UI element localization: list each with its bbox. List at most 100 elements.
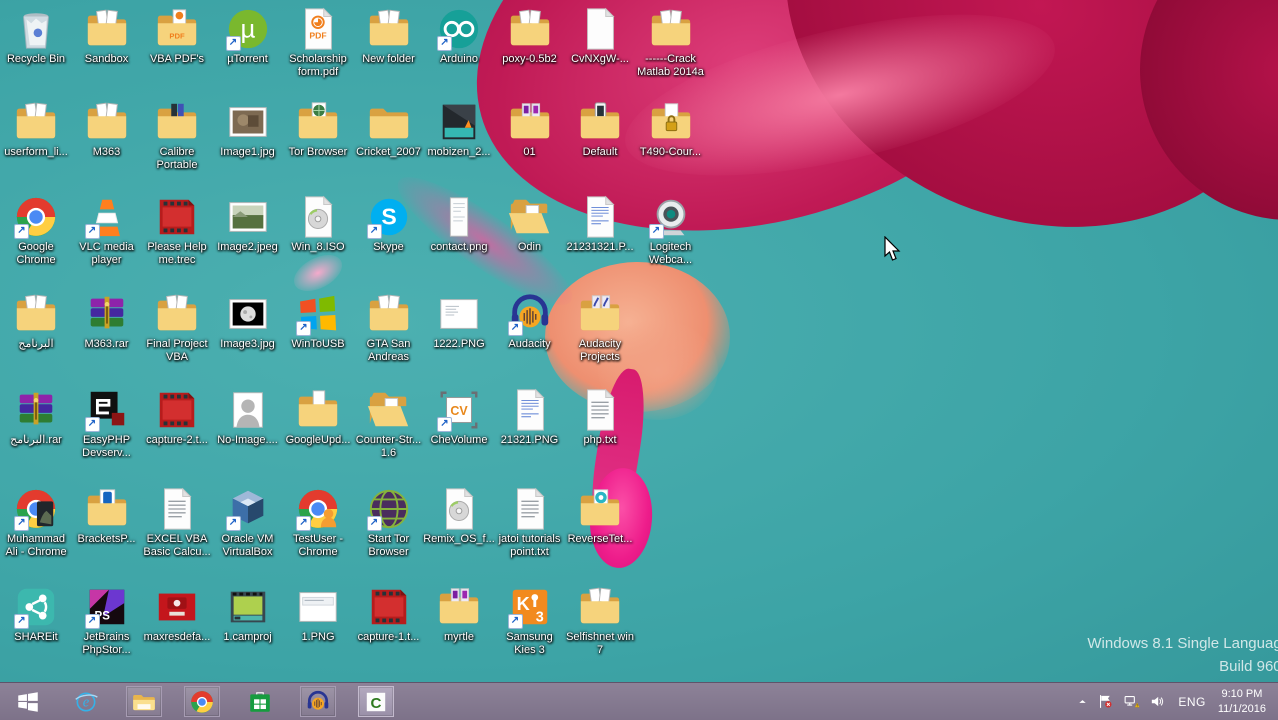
start-button[interactable] bbox=[10, 686, 46, 717]
desktop-icon-torrent[interactable]: µ↗µTorrent bbox=[213, 6, 283, 66]
volume-icon[interactable] bbox=[1149, 693, 1166, 710]
desktop-icon-gta-san-andreas[interactable]: GTA San Andreas bbox=[354, 291, 424, 364]
desktop-icon-final-project-vba[interactable]: Final Project VBA bbox=[142, 291, 212, 364]
shortcut-arrow-icon: ↗ bbox=[85, 417, 100, 432]
desktop-icon-chevolume[interactable]: CV↗CheVolume bbox=[424, 387, 494, 447]
webcam-icon: ↗ bbox=[648, 194, 694, 240]
image-landscape-icon bbox=[225, 194, 271, 240]
desktop-icon-muhammad-ali-chrome[interactable]: ↗Muhammad Ali - Chrome bbox=[1, 486, 71, 559]
desktop-icon-recycle-bin[interactable]: Recycle Bin bbox=[1, 6, 71, 66]
desktop-icon-1-png[interactable]: 1.PNG bbox=[283, 584, 353, 644]
desktop-icon-crack-matlab-2014a[interactable]: ------Crack Matlab 2014a bbox=[636, 6, 706, 79]
desktop-icon-oracle-vm-virtualbox[interactable]: ↗Oracle VM VirtualBox bbox=[213, 486, 283, 559]
desktop-icon-excel-vba-basic-calcu[interactable]: EXCEL VBA Basic Calcu... bbox=[142, 486, 212, 559]
desktop-icon-contact-png[interactable]: contact.png bbox=[424, 194, 494, 254]
desktop-icon-maxresdefa[interactable]: maxresdefa... bbox=[142, 584, 212, 644]
desktop-icon-jetbrains-phpstor[interactable]: PS↗JetBrains PhpStor... bbox=[72, 584, 142, 657]
desktop-icon-label: 1.PNG bbox=[301, 631, 334, 644]
desktop-icon-capture-1-t[interactable]: capture-1.t... bbox=[354, 584, 424, 644]
desktop-icon-default[interactable]: Default bbox=[565, 99, 635, 159]
desktop-icon-counter-str-1-6[interactable]: Counter-Str... 1.6 bbox=[354, 387, 424, 460]
desktop-icon-bracketsp[interactable]: BracketsP... bbox=[72, 486, 142, 546]
action-center-flag-icon[interactable] bbox=[1097, 693, 1114, 710]
desktop-icon-cvnxgw[interactable]: CvNXgW-... bbox=[565, 6, 635, 66]
file-explorer-button[interactable] bbox=[126, 686, 162, 717]
folder-icon bbox=[366, 99, 412, 145]
desktop-icon-label: New folder bbox=[362, 53, 415, 66]
desktop-icon-sandbox[interactable]: Sandbox bbox=[72, 6, 142, 66]
desktop-icon-calibre-portable[interactable]: Calibre Portable bbox=[142, 99, 212, 172]
network-warning-icon[interactable] bbox=[1123, 693, 1140, 710]
desktop-icon-21231321-p[interactable]: 21231321.P... bbox=[565, 194, 635, 254]
shortcut-arrow-icon: ↗ bbox=[226, 36, 241, 51]
desktop-icon-audacity[interactable]: ↗Audacity bbox=[495, 291, 565, 351]
desktop-icon-skype[interactable]: S↗Skype bbox=[354, 194, 424, 254]
clock[interactable]: 9:10 PM 11/1/2016 bbox=[1218, 687, 1270, 716]
desktop-icon-php-txt[interactable]: php.txt bbox=[565, 387, 635, 447]
desktop-icon-new-folder[interactable]: New folder bbox=[354, 6, 424, 66]
desktop-icon-label: M363.rar bbox=[84, 338, 128, 351]
desktop-icon-label: capture-2.t... bbox=[146, 434, 208, 447]
desktop-icon-tor-browser[interactable]: Tor Browser bbox=[283, 99, 353, 159]
desktop-icon-reversetet[interactable]: ReverseTet... bbox=[565, 486, 635, 546]
language-indicator[interactable]: ENG bbox=[1175, 695, 1209, 709]
desktop-icon-wintousb[interactable]: ↗WinToUSB bbox=[283, 291, 353, 351]
desktop-icon-googleupd[interactable]: GoogleUpd... bbox=[283, 387, 353, 447]
utorrent-icon: µ↗ bbox=[225, 6, 271, 52]
desktop-icon-samsung-kies-3[interactable]: K3↗Samsung Kies 3 bbox=[495, 584, 565, 657]
folder-open-icon bbox=[507, 194, 553, 240]
desktop-icon-label: 01 bbox=[523, 146, 535, 159]
folder-brackets-icon bbox=[84, 486, 130, 532]
svg-text:CV: CV bbox=[450, 404, 468, 418]
desktop-icon-image2-jpeg[interactable]: Image2.jpeg bbox=[213, 194, 283, 254]
desktop-icon-no-image[interactable]: No-Image.... bbox=[213, 387, 283, 447]
desktop-icon-poxy-0-5b2[interactable]: poxy-0.5b2 bbox=[495, 6, 565, 66]
desktop-icon-icon[interactable]: البرنامج bbox=[1, 291, 71, 351]
desktop-icon-start-tor-browser[interactable]: ↗Start Tor Browser bbox=[354, 486, 424, 559]
svg-text:e: e bbox=[83, 694, 90, 710]
desktop-icon-arduino[interactable]: ↗Arduino bbox=[424, 6, 494, 66]
hidden-icons-chevron-icon[interactable] bbox=[1077, 696, 1088, 707]
desktop-icon-m363-rar[interactable]: M363.rar bbox=[72, 291, 142, 351]
desktop-icon-myrtle[interactable]: myrtle bbox=[424, 584, 494, 644]
windows-store-button[interactable] bbox=[242, 686, 278, 717]
desktop-icon-t490-cour[interactable]: T490-Cour... bbox=[636, 99, 706, 159]
desktop-icon-logitech-webca[interactable]: ↗Logitech Webca... bbox=[636, 194, 706, 267]
desktop-icon-please-help-me-trec[interactable]: Please Help me.trec bbox=[142, 194, 212, 267]
desktop-icon-userform-li[interactable]: userform_li... bbox=[1, 99, 71, 159]
audacity-button[interactable] bbox=[300, 686, 336, 717]
desktop-icon-win-8-iso[interactable]: Win_8.ISO bbox=[283, 194, 353, 254]
desktop-icon-google-chrome[interactable]: ↗Google Chrome bbox=[1, 194, 71, 267]
desktop-icon-01[interactable]: 01 bbox=[495, 99, 565, 159]
desktop-icon-label: GTA San Andreas bbox=[354, 338, 424, 364]
desktop-icon-easyphp-devserv[interactable]: ↗EasyPHP Devserv... bbox=[72, 387, 142, 460]
desktop-icon-audacity-projects[interactable]: Audacity Projects bbox=[565, 291, 635, 364]
desktop-icon-shareit[interactable]: ↗SHAREit bbox=[1, 584, 71, 644]
desktop-icon-capture-2-t[interactable]: capture-2.t... bbox=[142, 387, 212, 447]
desktop-icon-image1-jpg[interactable]: Image1.jpg bbox=[213, 99, 283, 159]
desktop-icon-testuser-chrome[interactable]: ↗TestUser - Chrome bbox=[283, 486, 353, 559]
desktop-icon-vlc-media-player[interactable]: ↗VLC media player bbox=[72, 194, 142, 267]
desktop-icon-selfishnet-win-7[interactable]: Selfishnet win 7 bbox=[565, 584, 635, 657]
desktop-icon-label: userform_li... bbox=[4, 146, 68, 159]
desktop-icon-remix-os-f[interactable]: Remix_OS_f... bbox=[424, 486, 494, 546]
desktop-icon-m363[interactable]: M363 bbox=[72, 99, 142, 159]
internet-explorer-button[interactable]: e bbox=[68, 686, 104, 717]
google-chrome-button[interactable] bbox=[184, 686, 220, 717]
desktop-icon-label: GoogleUpd... bbox=[286, 434, 351, 447]
desktop-icon-cricket-2007[interactable]: Cricket_2007 bbox=[354, 99, 424, 159]
desktop-icon-1-camproj[interactable]: 1.camproj bbox=[213, 584, 283, 644]
desktop-icon-odin[interactable]: Odin bbox=[495, 194, 565, 254]
desktop-icon-scholarship-form-pdf[interactable]: PDFScholarship form.pdf bbox=[283, 6, 353, 79]
camtasia-button[interactable]: C bbox=[358, 686, 394, 717]
desktop-icon-mobizen-2[interactable]: mobizen_2... bbox=[424, 99, 494, 159]
desktop-icon-vba-pdf-s[interactable]: PDFVBA PDF's bbox=[142, 6, 212, 66]
desktop-icon-label: Default bbox=[583, 146, 618, 159]
desktop-icon-image3-jpg[interactable]: Image3.jpg bbox=[213, 291, 283, 351]
desktop-icon-1222-png[interactable]: 1222.PNG bbox=[424, 291, 494, 351]
desktop-icon-rar[interactable]: البرنامج.rar bbox=[1, 387, 71, 447]
folder-docs-icon bbox=[84, 6, 130, 52]
desktop-icon-label: Counter-Str... 1.6 bbox=[356, 434, 421, 460]
desktop-icon-21321-png[interactable]: 21321.PNG bbox=[495, 387, 565, 447]
desktop-icon-jatoi-tutorials-point-txt[interactable]: jatoi tutorials point.txt bbox=[495, 486, 565, 559]
